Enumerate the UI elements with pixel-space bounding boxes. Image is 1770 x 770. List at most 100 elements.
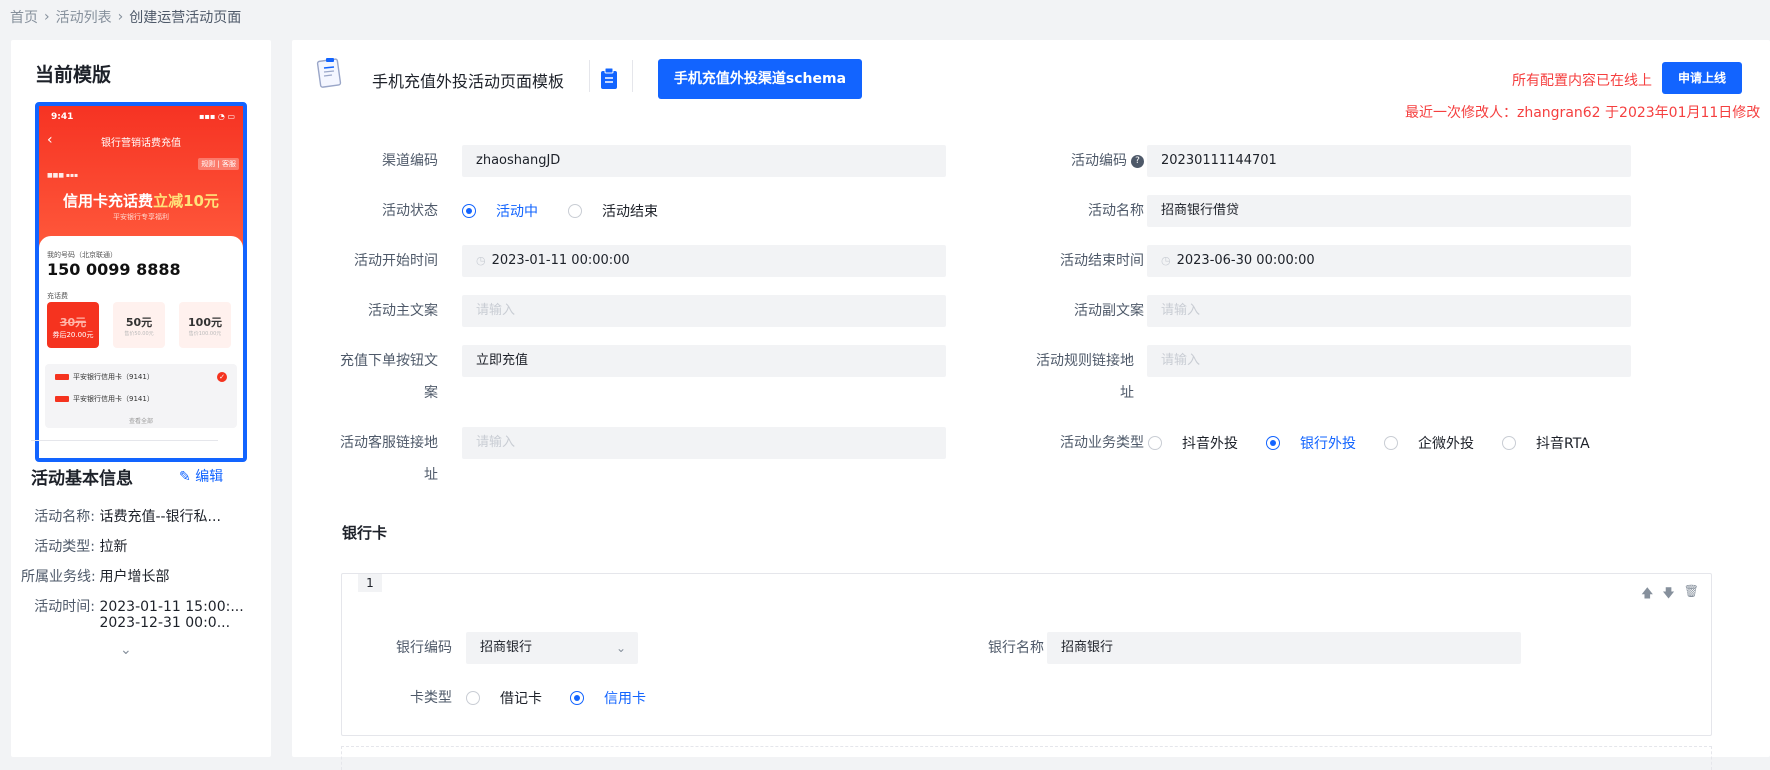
radio-unchecked-icon bbox=[466, 691, 480, 705]
main-copy-label: 活动主文案 bbox=[368, 303, 438, 319]
activity-code-label: 活动编码? bbox=[1034, 145, 1144, 177]
signal-battery-icon: ▪▪▪ ◔ ▭ bbox=[199, 112, 235, 121]
card-type-radio-credit[interactable]: 信用卡 bbox=[570, 688, 646, 708]
card-type-group: 借记卡 信用卡 bbox=[466, 682, 674, 714]
activity-name-label: 活动名称 bbox=[1088, 203, 1144, 219]
phone-more-link: 查看全部 bbox=[128, 418, 153, 425]
main-copy-input[interactable]: 请输入 bbox=[462, 295, 946, 327]
apply-online-button[interactable]: 申请上线 bbox=[1662, 62, 1742, 94]
bank-card-icon bbox=[55, 374, 69, 380]
card-type-label: 卡类型 bbox=[410, 690, 452, 706]
status-radio-ended[interactable]: 活动结束 bbox=[568, 201, 658, 221]
pay-method-row: 平安银行信用卡（9141） bbox=[55, 372, 154, 382]
move-up-icon[interactable]: 🡅 bbox=[1641, 584, 1653, 605]
clock-icon: ◷ bbox=[1161, 254, 1171, 267]
phone-subline: 平安银行专享福利 bbox=[113, 213, 169, 221]
delete-icon[interactable]: 🗑 bbox=[1684, 584, 1699, 605]
phone-pay-methods: 平安银行信用卡（9141） ✓ 平安银行信用卡（9141） 查看全部 bbox=[45, 364, 237, 428]
bank-card-item: 1 🡅 🡇 🗑 银行编码 招商银行 ⌄ 银行名称 招商银行 卡类型 借记卡 信用卡 bbox=[341, 573, 1712, 736]
check-icon: ✓ bbox=[217, 372, 227, 382]
chevron-right-icon: › bbox=[44, 9, 50, 25]
document-icon bbox=[316, 58, 342, 88]
template-preview-phone[interactable]: 9:41 ▪▪▪ ◔ ▭ ‹ 银行营销话费充值 规则 | 客服 ■■■ ▪▪▪ … bbox=[35, 102, 247, 462]
phone-number: 150 0099 8888 bbox=[47, 260, 181, 279]
breadcrumb-current: 创建运营活动页面 bbox=[129, 10, 242, 26]
radio-unchecked-icon bbox=[1384, 436, 1398, 450]
divider bbox=[31, 440, 218, 441]
recharge-option: 50元 售价50.00元 bbox=[113, 302, 165, 348]
phone-header-banner: 9:41 ▪▪▪ ◔ ▭ ‹ 银行营销话费充值 规则 | 客服 ■■■ ▪▪▪ … bbox=[39, 106, 243, 254]
activity-name-input[interactable]: 招商银行借贷 bbox=[1147, 195, 1631, 227]
info-row: 活动时间: 2023-01-11 15:00:... bbox=[34, 599, 244, 615]
button-copy-input[interactable]: 立即充值 bbox=[462, 345, 946, 377]
start-time-label: 活动开始时间 bbox=[354, 253, 438, 269]
biz-type-radio-wecom[interactable]: 企微外投 bbox=[1384, 433, 1474, 453]
info-row: 活动名称: 话费充值--银行私... bbox=[34, 509, 221, 525]
radio-unchecked-icon bbox=[1148, 436, 1162, 450]
clock-icon: ◷ bbox=[476, 254, 486, 267]
online-status-text: 所有配置内容已在线上 bbox=[1512, 73, 1652, 89]
biz-type-radio-bank[interactable]: 银行外投 bbox=[1266, 433, 1356, 453]
template-panel-title: 当前模版 bbox=[35, 64, 112, 86]
bank-name-input[interactable]: 招商银行 bbox=[1047, 632, 1521, 664]
last-modified-text: 最近一次修改人：zhangran62 于2023年01月11日修改 bbox=[1405, 105, 1761, 121]
activity-code-input[interactable]: 20230111144701 bbox=[1147, 145, 1631, 177]
bank-code-select[interactable]: 招商银行 ⌄ bbox=[466, 632, 638, 664]
phone-rule-badge: 规则 | 客服 bbox=[198, 158, 239, 170]
divider bbox=[589, 60, 590, 92]
end-time-label: 活动结束时间 bbox=[1060, 253, 1144, 269]
bank-logo-icon: ■■■ ▪▪▪ bbox=[47, 172, 79, 179]
phone-time: 9:41 bbox=[51, 112, 74, 122]
bank-code-label: 银行编码 bbox=[396, 640, 452, 656]
expand-chevron-icon[interactable]: ⌄ bbox=[120, 642, 132, 658]
recharge-option: 30元 券后20.00元 bbox=[47, 302, 99, 348]
add-bank-card-area[interactable] bbox=[341, 746, 1712, 770]
biz-type-group: 抖音外投 银行外投 企微外投 抖音RTA bbox=[1148, 427, 1618, 459]
breadcrumb-home[interactable]: 首页 bbox=[10, 7, 38, 27]
radio-checked-icon bbox=[462, 204, 476, 218]
pencil-icon: ✎ bbox=[179, 469, 191, 485]
service-link-input[interactable]: 请输入 bbox=[462, 427, 946, 459]
start-time-picker[interactable]: ◷ 2023-01-11 00:00:00 bbox=[462, 245, 946, 277]
move-down-icon[interactable]: 🡇 bbox=[1662, 584, 1674, 605]
info-row: 活动类型: 拉新 bbox=[34, 539, 128, 555]
edit-basic-info-button[interactable]: ✎ 编辑 bbox=[179, 466, 223, 486]
end-time-picker[interactable]: ◷ 2023-06-30 00:00:00 bbox=[1147, 245, 1631, 277]
status-radio-active[interactable]: 活动中 bbox=[462, 201, 538, 221]
radio-unchecked-icon bbox=[1502, 436, 1516, 450]
divider bbox=[632, 60, 633, 92]
channel-code-input[interactable]: zhaoshangJD bbox=[462, 145, 946, 177]
card-type-radio-debit[interactable]: 借记卡 bbox=[466, 688, 542, 708]
sub-copy-label: 活动副文案 bbox=[1074, 303, 1144, 319]
template-panel: 当前模版 9:41 ▪▪▪ ◔ ▭ ‹ 银行营销话费充值 规则 | 客服 ■■■… bbox=[11, 40, 271, 757]
biz-type-radio-douyin[interactable]: 抖音外投 bbox=[1148, 433, 1238, 453]
info-row: 所属业务线: 用户增长部 bbox=[21, 569, 170, 585]
bank-name-label: 银行名称 bbox=[988, 640, 1044, 656]
breadcrumb: 首页 › 活动列表 › 创建运营活动页面 bbox=[10, 6, 241, 28]
clipboard-icon[interactable] bbox=[600, 68, 618, 90]
bank-item-index: 1 bbox=[358, 574, 382, 592]
activity-status-label: 活动状态 bbox=[382, 203, 438, 219]
channel-code-label: 渠道编码 bbox=[382, 153, 438, 169]
rules-link-input[interactable]: 请输入 bbox=[1147, 345, 1631, 377]
phone-nav-title: 银行营销话费充值 bbox=[101, 138, 181, 149]
schema-button[interactable]: 手机充值外投渠道schema bbox=[658, 59, 862, 99]
phone-body: 我的号码（北京联通） 150 0099 8888 充话费 30元 券后20.00… bbox=[39, 236, 243, 458]
bank-card-icon bbox=[55, 396, 69, 402]
info-row: 2023-12-31 00:0... bbox=[99, 615, 231, 631]
phone-recharge-label: 充话费 bbox=[47, 292, 68, 300]
pay-method-row: 平安银行信用卡（9141） bbox=[55, 394, 154, 404]
service-link-label: 活动客服链接地址 bbox=[340, 435, 438, 483]
radio-checked-icon bbox=[570, 691, 584, 705]
help-icon[interactable]: ? bbox=[1131, 154, 1144, 168]
radio-unchecked-icon bbox=[568, 204, 582, 218]
breadcrumb-activity-list[interactable]: 活动列表 bbox=[56, 7, 112, 27]
radio-checked-icon bbox=[1266, 436, 1280, 450]
biz-type-radio-rta[interactable]: 抖音RTA bbox=[1502, 433, 1590, 453]
template-title: 手机充值外投活动页面模板 bbox=[372, 72, 565, 91]
chevron-right-icon: › bbox=[117, 9, 124, 25]
sub-copy-input[interactable]: 请输入 bbox=[1147, 295, 1631, 327]
biz-type-label: 活动业务类型 bbox=[1060, 435, 1144, 451]
main-panel: 手机充值外投活动页面模板 手机充值外投渠道schema 所有配置内容已在线上 申… bbox=[292, 40, 1770, 770]
basic-info-title: 活动基本信息 bbox=[31, 469, 133, 489]
